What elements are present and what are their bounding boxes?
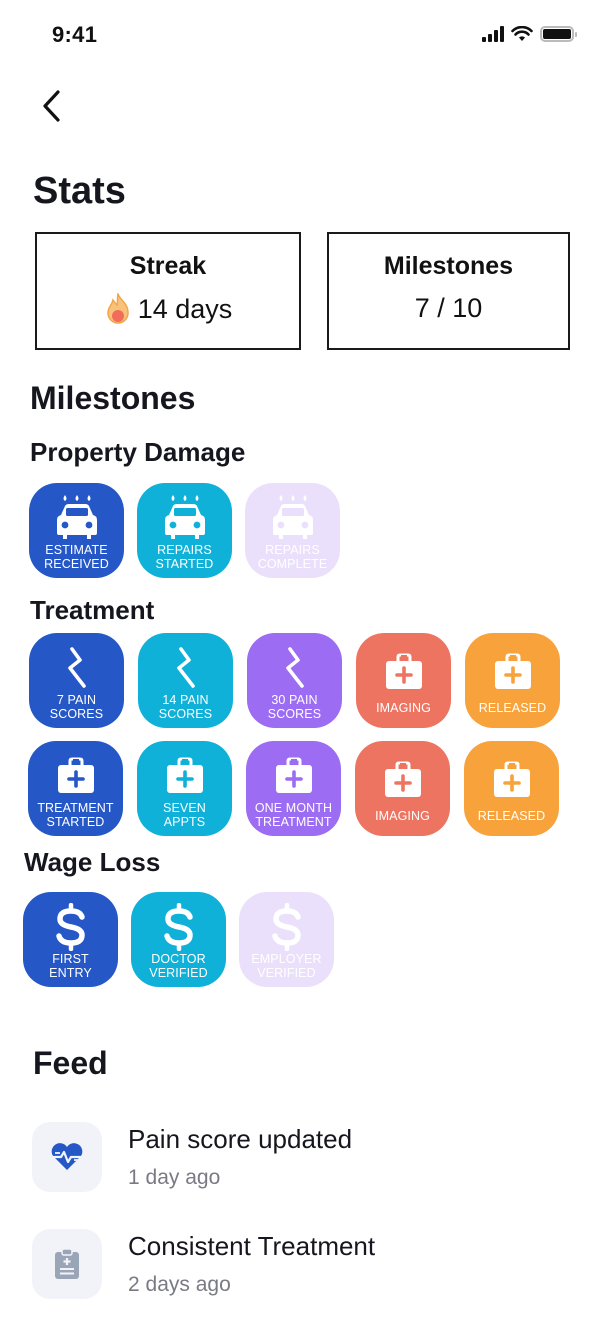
wage-loss-badges: FIRST ENTRY DOCTOR VERIFIED EMPLOYER VER… <box>23 892 334 987</box>
milestones-label: Milestones <box>383 252 514 280</box>
dollar-icon <box>54 902 88 952</box>
medkit-icon <box>492 643 534 701</box>
streak-value: 14 days <box>137 293 233 324</box>
badge-imaging[interactable]: IMAGING <box>356 633 451 728</box>
feed-item[interactable]: Pain score updated 1 day ago <box>32 1122 572 1194</box>
badge-label: EMPLOYER VERIFIED <box>251 952 322 980</box>
badge-one-month-treatment[interactable]: ONE MONTH TREATMENT <box>246 741 341 836</box>
lightning-icon <box>280 643 310 693</box>
badge-label: IMAGING <box>376 701 431 715</box>
badge-7-pain-scores[interactable]: 7 PAIN SCORES <box>29 633 124 728</box>
status-time: 9:41 <box>52 22 98 47</box>
battery-icon <box>540 26 577 42</box>
badge-label: ONE MONTH TREATMENT <box>254 801 333 829</box>
status-bar: 9:41 <box>0 0 600 70</box>
feed-item-title: Pain score updated <box>128 1124 353 1154</box>
property-damage-badges: ESTIMATE RECEIVED REPAIRS STARTED REPAIR… <box>29 483 340 578</box>
badge-label: 7 PAIN SCORES <box>49 693 104 721</box>
milestones-value: 7 / 10 <box>414 293 483 323</box>
dollar-icon <box>162 902 196 952</box>
group-title-treatment: Treatment <box>30 595 155 625</box>
badge-treatment-started[interactable]: TREATMENT STARTED <box>28 741 123 836</box>
treatment-badges-row-2: TREATMENT STARTED SEVEN APPTS ONE MONTH … <box>28 741 559 836</box>
milestones-title: Milestones <box>30 380 196 416</box>
badge-30-pain-scores[interactable]: 30 PAIN SCORES <box>247 633 342 728</box>
badge-first-entry[interactable]: FIRST ENTRY <box>23 892 118 987</box>
badge-label: 30 PAIN SCORES <box>267 693 322 721</box>
feed-icon-container <box>32 1122 102 1192</box>
medkit-icon <box>273 751 315 801</box>
heartbeat-icon <box>51 1143 83 1170</box>
streak-label: Streak <box>129 252 207 280</box>
treatment-badges-row-1: 7 PAIN SCORES 14 PAIN SCORES 30 PAIN SCO… <box>29 633 560 728</box>
back-button[interactable] <box>34 86 68 126</box>
badge-label: IMAGING <box>375 809 430 823</box>
badge-label: RELEASED <box>477 809 546 823</box>
wifi-icon <box>511 26 533 41</box>
badge-repairs-started[interactable]: REPAIRS STARTED <box>137 483 232 578</box>
chevron-left-icon <box>43 90 60 122</box>
car-icon <box>51 493 103 543</box>
badge-repairs-complete[interactable]: REPAIRS COMPLETE <box>245 483 340 578</box>
fire-icon <box>106 293 129 324</box>
lightning-icon <box>171 643 201 693</box>
medkit-icon <box>491 751 533 809</box>
badge-released-2[interactable]: RELEASED <box>464 741 559 836</box>
badge-label: TREATMENT STARTED <box>37 801 114 829</box>
feed-item-title: Consistent Treatment <box>128 1231 376 1261</box>
car-icon <box>267 493 319 543</box>
medkit-icon <box>164 751 206 801</box>
feed-title: Feed <box>33 1045 108 1081</box>
badge-label: ESTIMATE RECEIVED <box>44 543 109 571</box>
badge-14-pain-scores[interactable]: 14 PAIN SCORES <box>138 633 233 728</box>
badge-label: REPAIRS COMPLETE <box>257 543 328 571</box>
signal-icon <box>482 26 504 42</box>
dollar-icon <box>270 902 304 952</box>
badge-label: REPAIRS STARTED <box>155 543 214 571</box>
clipboard-medical-icon <box>55 1248 79 1279</box>
badge-employer-verified[interactable]: EMPLOYER VERIFIED <box>239 892 334 987</box>
stats-title: Stats <box>33 170 126 212</box>
badge-label: SEVEN APPTS <box>163 801 206 829</box>
badge-label: 14 PAIN SCORES <box>158 693 213 721</box>
milestones-card: Milestones 7 / 10 <box>327 232 570 350</box>
badge-imaging-2[interactable]: IMAGING <box>355 741 450 836</box>
feed-item-time: 2 days ago <box>128 1273 231 1296</box>
streak-card: Streak 14 days <box>35 232 301 350</box>
streak-value-row: 14 days <box>37 293 299 325</box>
feed-item-time: 1 day ago <box>128 1166 221 1189</box>
status-icons <box>482 26 577 42</box>
feed-icon-container <box>32 1229 102 1299</box>
car-icon <box>159 493 211 543</box>
badge-released[interactable]: RELEASED <box>465 633 560 728</box>
badge-estimate-received[interactable]: ESTIMATE RECEIVED <box>29 483 124 578</box>
badge-doctor-verified[interactable]: DOCTOR VERIFIED <box>131 892 226 987</box>
group-title-property-damage: Property Damage <box>30 437 246 467</box>
badge-seven-appts[interactable]: SEVEN APPTS <box>137 741 232 836</box>
medkit-icon <box>55 751 97 801</box>
badge-label: FIRST ENTRY <box>49 952 92 980</box>
medkit-icon <box>383 643 425 701</box>
badge-label: DOCTOR VERIFIED <box>149 952 208 980</box>
feed-item[interactable]: Consistent Treatment 2 days ago <box>32 1229 572 1301</box>
group-title-wage-loss: Wage Loss <box>24 847 161 877</box>
medkit-icon <box>382 751 424 809</box>
lightning-icon <box>62 643 92 693</box>
badge-label: RELEASED <box>478 701 547 715</box>
